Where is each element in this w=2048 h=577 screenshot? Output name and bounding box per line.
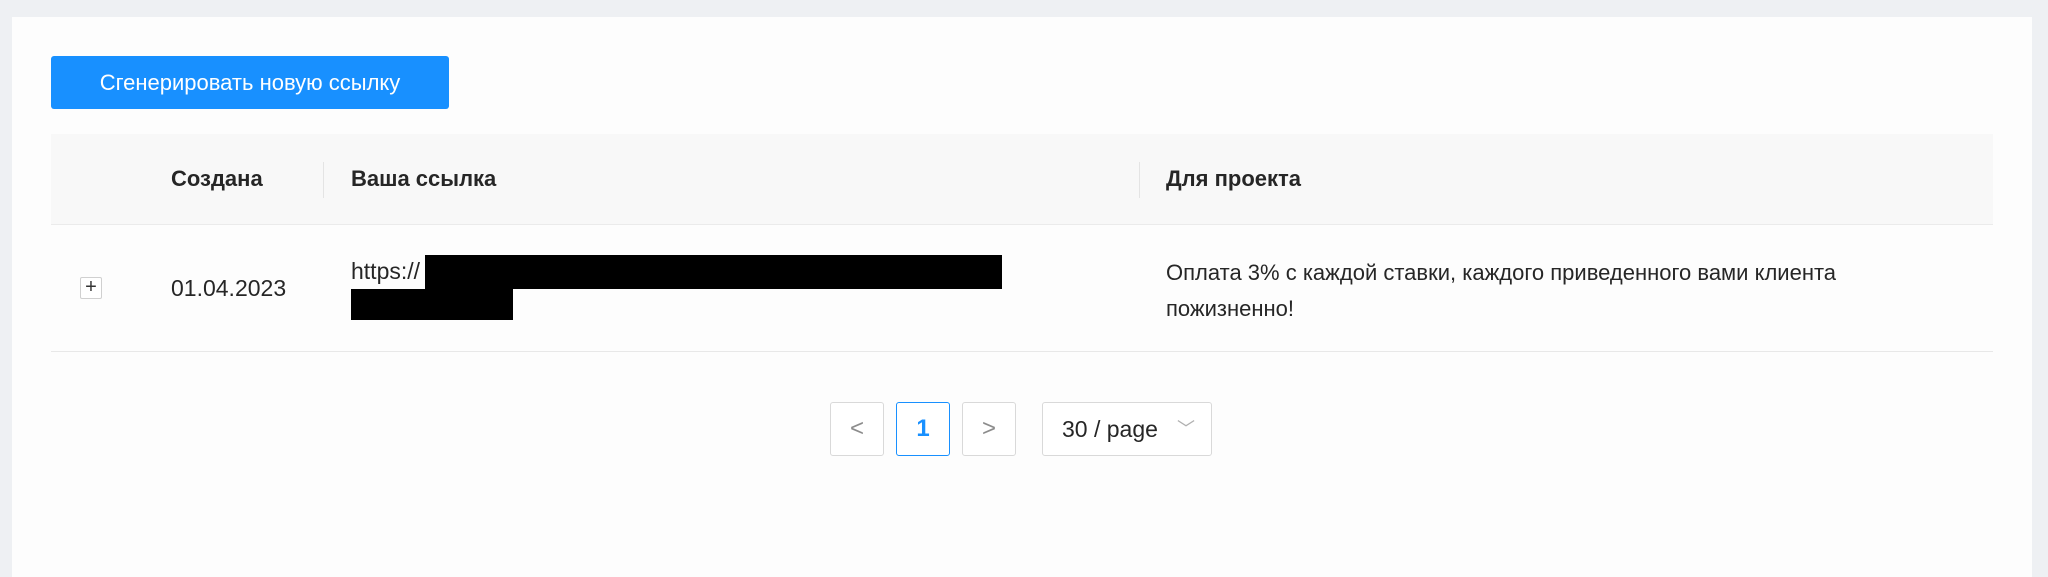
generate-link-button[interactable]: Сгенерировать новую ссылку bbox=[51, 56, 449, 109]
content-card: Сгенерировать новую ссылку Создана Ваша … bbox=[12, 17, 2032, 577]
page-size-select[interactable]: 30 / page ﹀ bbox=[1042, 402, 1212, 456]
column-header-project: Для проекта bbox=[1166, 166, 1302, 191]
created-date: 01.04.2023 bbox=[171, 275, 287, 301]
prev-page-button[interactable]: < bbox=[830, 402, 884, 456]
column-divider bbox=[323, 162, 324, 198]
page-size-label: 30 / page bbox=[1062, 416, 1158, 442]
links-table: Создана Ваша ссылка Для проекта + 01.04.… bbox=[51, 134, 1993, 352]
project-description: Оплата 3% с каждой ставки, каждого приве… bbox=[1166, 260, 1837, 321]
redacted-link-block bbox=[425, 255, 1002, 289]
chevron-right-icon: > bbox=[981, 415, 996, 442]
page-1-button[interactable]: 1 bbox=[896, 402, 950, 456]
table-row: + 01.04.2023 https:// Оплата 3% с каждой… bbox=[51, 225, 1993, 352]
redacted-link-block bbox=[351, 289, 513, 320]
chevron-left-icon: < bbox=[849, 415, 864, 442]
column-divider bbox=[1139, 162, 1140, 198]
pagination: < 1 > 30 / page ﹀ bbox=[830, 402, 1230, 456]
expand-row-icon[interactable]: + bbox=[80, 277, 102, 299]
column-header-link: Ваша ссылка bbox=[351, 166, 497, 191]
link-prefix: https:// bbox=[351, 258, 421, 284]
referral-link[interactable]: https:// bbox=[351, 255, 420, 288]
column-header-created: Создана bbox=[171, 166, 263, 191]
table-header: Создана Ваша ссылка Для проекта bbox=[51, 134, 1993, 225]
next-page-button[interactable]: > bbox=[962, 402, 1016, 456]
chevron-down-icon: ﹀ bbox=[1177, 419, 1195, 439]
